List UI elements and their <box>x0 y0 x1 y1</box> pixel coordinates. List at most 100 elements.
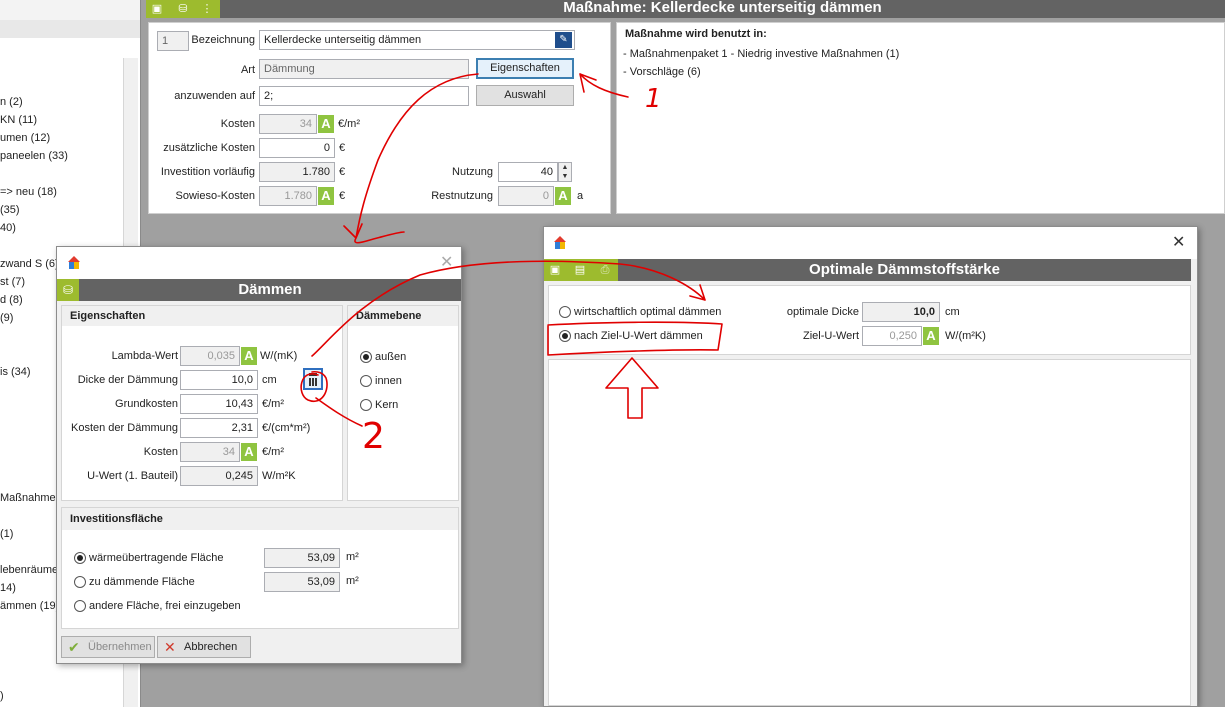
flaeche-field[interactable]: 53,09 <box>264 548 340 568</box>
tree-item[interactable]: st (7) <box>0 276 25 288</box>
optimale-dicke-field[interactable]: 10,0 <box>862 302 940 322</box>
tree-item[interactable]: zwand S (6) <box>0 258 59 270</box>
radio-kern[interactable] <box>360 399 372 411</box>
radio-label[interactable]: nach Ziel-U-Wert dämmen <box>574 330 703 342</box>
save-icon[interactable]: ▣ <box>150 2 164 16</box>
restnutzung-field[interactable]: 0 <box>498 186 554 206</box>
tree-item[interactable]: 14) <box>0 582 16 594</box>
sowieso-field[interactable]: 1.780 <box>259 186 317 206</box>
daemmen-dialog: ✕ ⛁ Dämmen Eigenschaften Lambda-Wert 0,0… <box>56 246 462 664</box>
save-icon[interactable]: ▣ <box>548 263 562 277</box>
marker-2: 2 <box>362 416 385 457</box>
radio-waermeuebertragend[interactable] <box>74 552 86 564</box>
investition-field[interactable]: 1.780 <box>259 162 335 182</box>
radio-label[interactable]: andere Fläche, frei einzugeben <box>89 600 241 612</box>
uebernehmen-button[interactable]: ✔ Übernehmen <box>61 636 155 658</box>
tree-item[interactable]: => neu (18) <box>0 186 57 198</box>
anzuwenden-input[interactable]: 2; <box>259 86 469 106</box>
radio-label[interactable]: außen <box>375 351 406 363</box>
number-field[interactable]: 1 <box>157 31 189 51</box>
uwert-label: U-Wert (1. Bauteil) <box>87 470 178 482</box>
kosten-unit: €/m² <box>338 118 360 130</box>
radio-label[interactable]: Kern <box>375 399 398 411</box>
dialog-titlebar[interactable]: ✕ <box>57 247 461 279</box>
auto-badge[interactable]: A <box>555 187 571 205</box>
radio-label[interactable]: innen <box>375 375 402 387</box>
nutzung-input[interactable]: 40 <box>498 162 558 182</box>
tree-item[interactable]: ämmen (19) <box>0 600 59 612</box>
abbrechen-button[interactable]: ✕ Abbrechen <box>157 636 251 658</box>
ziel-u-wert-input[interactable]: 0,250 <box>862 326 922 346</box>
zus-kosten-input[interactable]: 0 <box>259 138 335 158</box>
radio-label[interactable]: zu dämmende Fläche <box>89 576 195 588</box>
print-icon[interactable]: ⎙ <box>598 263 612 277</box>
app-house-icon <box>67 256 81 270</box>
measure-form: 1 Bezeichnung Kellerdecke unterseitig dä… <box>148 22 611 214</box>
database-icon[interactable]: ⛁ <box>176 2 190 16</box>
daemmebene-group: Dämmebene außen innen Kern <box>347 305 459 501</box>
radio-innen[interactable] <box>360 375 372 387</box>
usage-panel: Maßnahme wird benutzt in: - Maßnahmenpak… <box>616 22 1225 214</box>
dialog-titlebar[interactable]: ✕ <box>544 227 1197 259</box>
tree-item[interactable]: n (2) <box>0 96 23 108</box>
auto-badge[interactable]: A <box>923 327 939 345</box>
radio-zu-daemmende[interactable] <box>74 576 86 588</box>
radio-andere[interactable] <box>74 600 86 612</box>
usage-line[interactable]: - Maßnahmenpaket 1 - Niedrig investive M… <box>623 48 899 60</box>
tree-item[interactable]: 40) <box>0 222 16 234</box>
nutzung-spinner[interactable]: ▲ ▼ <box>558 162 572 182</box>
optimal-options-group: wirtschaftlich optimal dämmen nach Ziel-… <box>548 285 1191 355</box>
usage-title: Maßnahme wird benutzt in: <box>625 28 767 40</box>
tree-structure-icon[interactable]: ⋮ <box>200 2 214 16</box>
tree-item[interactable]: paneelen (33) <box>0 150 68 162</box>
edit-icon[interactable]: ✎ <box>555 32 572 48</box>
tree-item[interactable]: is (34) <box>0 366 31 378</box>
radio-ziel-u-wert[interactable] <box>559 330 571 342</box>
grundkosten-input[interactable]: 10,43 <box>180 394 258 414</box>
auto-badge[interactable]: A <box>318 115 334 133</box>
dicke-input[interactable]: 10,0 <box>180 370 258 390</box>
auto-badge[interactable]: A <box>241 347 257 365</box>
tree-item[interactable]: d (8) <box>0 294 23 306</box>
close-icon[interactable]: ✕ <box>1172 235 1185 251</box>
ziel-u-wert-label: Ziel-U-Wert <box>802 330 859 342</box>
tree-item[interactable]: KN (11) <box>0 114 37 126</box>
auswahl-button[interactable]: Auswahl <box>476 85 574 106</box>
spin-down-icon[interactable]: ▼ <box>559 172 571 181</box>
anzuwenden-label: anzuwenden auf <box>174 90 255 102</box>
tree-item[interactable]: (1) <box>0 528 13 540</box>
tree-item[interactable]: (9) <box>0 312 13 324</box>
document-icon[interactable]: ▤ <box>573 263 587 277</box>
database-icon[interactable]: ⛁ <box>57 279 79 301</box>
tree-item[interactable]: umen (12) <box>0 132 50 144</box>
uwert-field[interactable]: 0,245 <box>180 466 258 486</box>
radio-label[interactable]: wärmeübertragende Fläche <box>89 552 224 564</box>
radio-label[interactable]: wirtschaftlich optimal dämmen <box>574 306 721 318</box>
spin-up-icon[interactable]: ▲ <box>559 163 571 172</box>
calculator-icon[interactable] <box>303 368 323 390</box>
tree-item[interactable]: Maßnahmen <box>0 492 62 504</box>
auto-badge[interactable]: A <box>241 443 257 461</box>
tree-item[interactable]: lebenräume <box>0 564 58 576</box>
restnutzung-label: Restnutzung <box>431 190 493 202</box>
optimale-daemmstoffstaerke-dialog: ✕ ▣ ▤ ⎙ Optimale Dämmstoffstärke wirtsch… <box>543 226 1198 707</box>
auto-badge[interactable]: A <box>318 187 334 205</box>
ziel-u-wert-unit: W/(m²K) <box>945 330 986 342</box>
art-field[interactable]: Dämmung <box>259 59 469 79</box>
bezeichnung-input[interactable]: Kellerdecke unterseitig dämmen <box>259 30 575 50</box>
tree-item[interactable]: ) <box>0 690 4 702</box>
tree-item[interactable]: (35) <box>0 204 20 216</box>
lambda-field[interactable]: 0,035 <box>180 346 240 366</box>
app-house-icon <box>553 236 567 250</box>
kosten-field[interactable]: 34 <box>259 114 317 134</box>
radio-wirtschaftlich[interactable] <box>559 306 571 318</box>
eigenschaften-button[interactable]: Eigenschaften <box>476 58 574 79</box>
kosten-daemmung-input[interactable]: 2,31 <box>180 418 258 438</box>
flaeche-field[interactable]: 53,09 <box>264 572 340 592</box>
usage-line[interactable]: - Vorschläge (6) <box>623 66 701 78</box>
close-icon[interactable]: ✕ <box>440 255 453 271</box>
cancel-x-icon: ✕ <box>164 639 176 655</box>
investitionsflaeche-group: Investitionsfläche wärmeübertragende Flä… <box>61 507 459 629</box>
kosten-field[interactable]: 34 <box>180 442 240 462</box>
radio-aussen[interactable] <box>360 351 372 363</box>
